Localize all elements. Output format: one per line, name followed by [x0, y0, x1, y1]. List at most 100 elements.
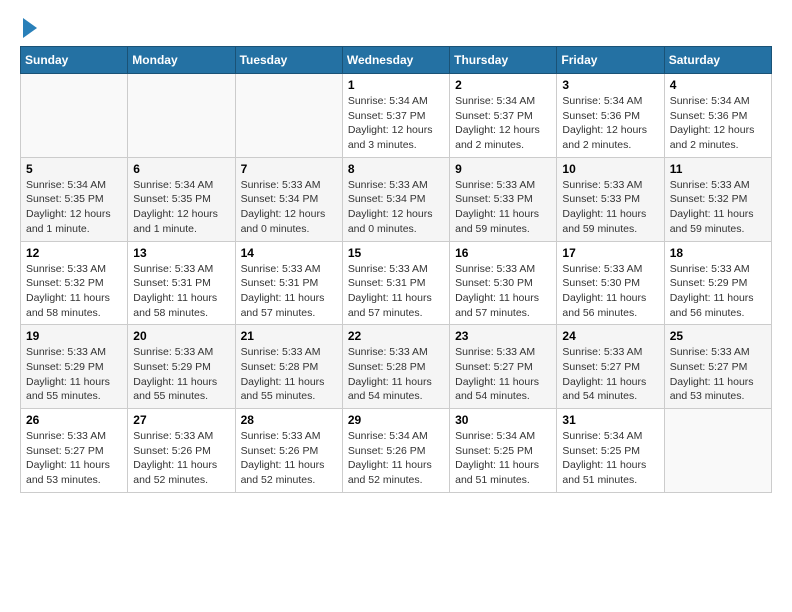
day-number: 16 — [455, 246, 551, 260]
day-number: 23 — [455, 329, 551, 343]
weekday-row: SundayMondayTuesdayWednesdayThursdayFrid… — [21, 47, 772, 74]
day-info: Sunrise: 5:33 AM Sunset: 5:26 PM Dayligh… — [133, 429, 229, 488]
day-number: 11 — [670, 162, 766, 176]
day-number: 28 — [241, 413, 337, 427]
calendar-cell: 10 Sunrise: 5:33 AM Sunset: 5:33 PM Dayli… — [557, 157, 664, 241]
day-number: 1 — [348, 78, 444, 92]
day-number: 9 — [455, 162, 551, 176]
calendar-cell: 13 Sunrise: 5:33 AM Sunset: 5:31 PM Dayli… — [128, 241, 235, 325]
day-info: Sunrise: 5:33 AM Sunset: 5:29 PM Dayligh… — [26, 345, 122, 404]
calendar-cell: 21Sunrise: 5:33 AM Sunset: 5:28 PM Dayli… — [235, 325, 342, 409]
day-number: 17 — [562, 246, 658, 260]
day-number: 20 — [133, 329, 229, 343]
page: SundayMondayTuesdayWednesdayThursdayFrid… — [0, 0, 792, 503]
day-info: Sunrise: 5:33 AM Sunset: 5:27 PM Dayligh… — [562, 345, 658, 404]
calendar-cell: 5 Sunrise: 5:34 AM Sunset: 5:35 PM Daylig… — [21, 157, 128, 241]
header — [20, 20, 772, 38]
day-info: Sunrise: 5:33 AM Sunset: 5:31 PM Dayligh… — [133, 262, 229, 321]
calendar-cell: 16 Sunrise: 5:33 AM Sunset: 5:30 PM Dayli… — [450, 241, 557, 325]
day-number: 8 — [348, 162, 444, 176]
day-info: Sunrise: 5:33 AM Sunset: 5:29 PM Dayligh… — [670, 262, 766, 321]
day-number: 24 — [562, 329, 658, 343]
day-number: 4 — [670, 78, 766, 92]
weekday-header-sunday: Sunday — [21, 47, 128, 74]
calendar-cell: 26Sunrise: 5:33 AM Sunset: 5:27 PM Dayli… — [21, 409, 128, 493]
day-info: Sunrise: 5:33 AM Sunset: 5:31 PM Dayligh… — [241, 262, 337, 321]
day-number: 2 — [455, 78, 551, 92]
day-info: Sunrise: 5:33 AM Sunset: 5:30 PM Dayligh… — [455, 262, 551, 321]
calendar-cell: 14 Sunrise: 5:33 AM Sunset: 5:31 PM Dayli… — [235, 241, 342, 325]
calendar-cell: 30 Sunrise: 5:34 AM Sunset: 5:25 PM Dayli… — [450, 409, 557, 493]
day-number: 15 — [348, 246, 444, 260]
calendar-cell — [235, 74, 342, 158]
calendar-week-2: 5 Sunrise: 5:34 AM Sunset: 5:35 PM Daylig… — [21, 157, 772, 241]
calendar-week-4: 19 Sunrise: 5:33 AM Sunset: 5:29 PM Dayli… — [21, 325, 772, 409]
day-info: Sunrise: 5:33 AM Sunset: 5:30 PM Dayligh… — [562, 262, 658, 321]
weekday-header-monday: Monday — [128, 47, 235, 74]
day-info: Sunrise: 5:33 AM Sunset: 5:32 PM Dayligh… — [670, 178, 766, 237]
day-info: Sunrise: 5:34 AM Sunset: 5:36 PM Dayligh… — [562, 94, 658, 153]
calendar-cell — [128, 74, 235, 158]
day-number: 5 — [26, 162, 122, 176]
calendar-header: SundayMondayTuesdayWednesdayThursdayFrid… — [21, 47, 772, 74]
calendar-cell: 9 Sunrise: 5:33 AM Sunset: 5:33 PM Daylig… — [450, 157, 557, 241]
day-number: 26 — [26, 413, 122, 427]
calendar-cell: 4 Sunrise: 5:34 AM Sunset: 5:36 PM Daylig… — [664, 74, 771, 158]
day-number: 7 — [241, 162, 337, 176]
calendar-cell: 31 Sunrise: 5:34 AM Sunset: 5:25 PM Dayli… — [557, 409, 664, 493]
calendar-cell: 19 Sunrise: 5:33 AM Sunset: 5:29 PM Dayli… — [21, 325, 128, 409]
day-number: 19 — [26, 329, 122, 343]
calendar-cell: 28 Sunrise: 5:33 AM Sunset: 5:26 PM Dayli… — [235, 409, 342, 493]
day-info: Sunrise: 5:33 AM Sunset: 5:31 PM Dayligh… — [348, 262, 444, 321]
calendar-cell: 20 Sunrise: 5:33 AM Sunset: 5:29 PM Dayli… — [128, 325, 235, 409]
day-info: Sunrise: 5:33 AM Sunset: 5:33 PM Dayligh… — [562, 178, 658, 237]
day-info: Sunrise: 5:33 AM Sunset: 5:27 PM Dayligh… — [670, 345, 766, 404]
day-number: 27 — [133, 413, 229, 427]
calendar-cell: 29Sunrise: 5:34 AM Sunset: 5:26 PM Dayli… — [342, 409, 449, 493]
day-info: Sunrise: 5:34 AM Sunset: 5:25 PM Dayligh… — [455, 429, 551, 488]
calendar-cell: 6Sunrise: 5:34 AM Sunset: 5:35 PM Daylig… — [128, 157, 235, 241]
weekday-header-saturday: Saturday — [664, 47, 771, 74]
calendar-cell: 25 Sunrise: 5:33 AM Sunset: 5:27 PM Dayli… — [664, 325, 771, 409]
day-info: Sunrise: 5:34 AM Sunset: 5:36 PM Dayligh… — [670, 94, 766, 153]
calendar-cell: 3 Sunrise: 5:34 AM Sunset: 5:36 PM Daylig… — [557, 74, 664, 158]
day-info: Sunrise: 5:34 AM Sunset: 5:25 PM Dayligh… — [562, 429, 658, 488]
calendar-cell: 8 Sunrise: 5:33 AM Sunset: 5:34 PM Daylig… — [342, 157, 449, 241]
logo — [20, 20, 37, 38]
day-info: Sunrise: 5:33 AM Sunset: 5:33 PM Dayligh… — [455, 178, 551, 237]
weekday-header-thursday: Thursday — [450, 47, 557, 74]
calendar-cell — [664, 409, 771, 493]
weekday-header-wednesday: Wednesday — [342, 47, 449, 74]
calendar-cell: 23 Sunrise: 5:33 AM Sunset: 5:27 PM Dayli… — [450, 325, 557, 409]
calendar-body: 1 Sunrise: 5:34 AM Sunset: 5:37 PM Daylig… — [21, 74, 772, 493]
calendar-cell: 1Sunrise: 5:34 AM Sunset: 5:37 PM Daylig… — [342, 74, 449, 158]
day-info: Sunrise: 5:33 AM Sunset: 5:34 PM Dayligh… — [348, 178, 444, 237]
day-number: 25 — [670, 329, 766, 343]
calendar-cell: 22Sunrise: 5:33 AM Sunset: 5:28 PM Dayli… — [342, 325, 449, 409]
day-number: 3 — [562, 78, 658, 92]
day-number: 12 — [26, 246, 122, 260]
day-info: Sunrise: 5:34 AM Sunset: 5:37 PM Dayligh… — [455, 94, 551, 153]
day-info: Sunrise: 5:33 AM Sunset: 5:27 PM Dayligh… — [455, 345, 551, 404]
logo-arrow-icon — [23, 18, 37, 38]
day-info: Sunrise: 5:34 AM Sunset: 5:26 PM Dayligh… — [348, 429, 444, 488]
day-number: 18 — [670, 246, 766, 260]
day-info: Sunrise: 5:33 AM Sunset: 5:29 PM Dayligh… — [133, 345, 229, 404]
day-number: 21 — [241, 329, 337, 343]
calendar-cell: 2 Sunrise: 5:34 AM Sunset: 5:37 PM Daylig… — [450, 74, 557, 158]
calendar-cell: 11 Sunrise: 5:33 AM Sunset: 5:32 PM Dayli… — [664, 157, 771, 241]
calendar-week-3: 12 Sunrise: 5:33 AM Sunset: 5:32 PM Dayli… — [21, 241, 772, 325]
day-info: Sunrise: 5:33 AM Sunset: 5:26 PM Dayligh… — [241, 429, 337, 488]
calendar: SundayMondayTuesdayWednesdayThursdayFrid… — [20, 46, 772, 493]
calendar-cell: 15 Sunrise: 5:33 AM Sunset: 5:31 PM Dayli… — [342, 241, 449, 325]
day-number: 30 — [455, 413, 551, 427]
day-number: 14 — [241, 246, 337, 260]
day-info: Sunrise: 5:33 AM Sunset: 5:34 PM Dayligh… — [241, 178, 337, 237]
day-number: 13 — [133, 246, 229, 260]
day-info: Sunrise: 5:33 AM Sunset: 5:32 PM Dayligh… — [26, 262, 122, 321]
day-number: 10 — [562, 162, 658, 176]
day-info: Sunrise: 5:34 AM Sunset: 5:35 PM Dayligh… — [26, 178, 122, 237]
calendar-cell: 7 Sunrise: 5:33 AM Sunset: 5:34 PM Daylig… — [235, 157, 342, 241]
day-number: 31 — [562, 413, 658, 427]
calendar-cell: 24 Sunrise: 5:33 AM Sunset: 5:27 PM Dayli… — [557, 325, 664, 409]
